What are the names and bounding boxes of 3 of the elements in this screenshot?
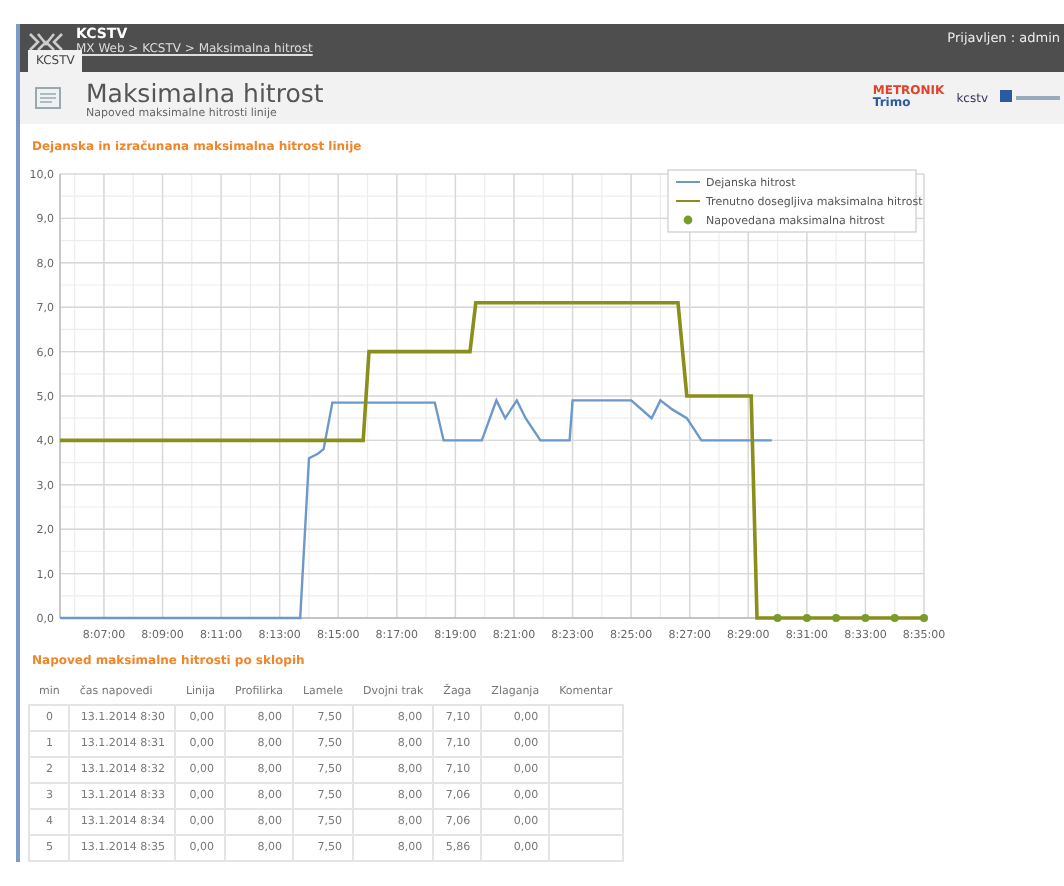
page-icon [34,84,62,113]
page-title: Maksimalna hitrost [86,77,324,108]
logo-icon [28,30,64,54]
